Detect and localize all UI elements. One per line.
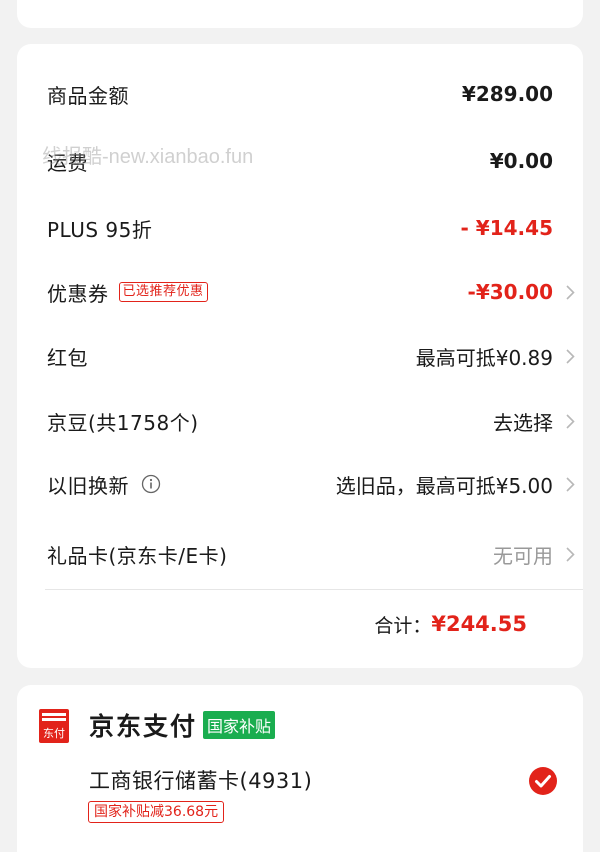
gift-card-value-wrap: 无可用	[493, 540, 575, 569]
shipping-label: 运费	[47, 150, 88, 175]
red-packet-label: 红包	[47, 345, 88, 370]
chevron-right-icon[interactable]	[561, 284, 579, 300]
row-coupon[interactable]: 优惠券 已选推荐优惠 -¥30.00	[47, 272, 575, 312]
coupon-value: -¥30.00	[467, 280, 553, 304]
total-value: ¥244.55	[431, 612, 527, 636]
jd-pay-icon: 东付	[39, 709, 69, 743]
payment-method-name: 京东支付	[89, 712, 198, 741]
trade-in-value-wrap: 选旧品，最高可抵¥5.00	[335, 470, 575, 499]
coupon-label: 优惠券	[47, 281, 109, 306]
goods-amount-label: 商品金额	[47, 83, 129, 108]
row-gift-card[interactable]: 礼品卡(京东卡/E卡) 无可用	[47, 534, 575, 574]
checkmark-selected-icon[interactable]	[529, 767, 557, 795]
jd-beans-value-wrap: 去选择	[493, 407, 575, 436]
chevron-right-icon[interactable]	[561, 546, 579, 562]
chevron-right-icon[interactable]	[561, 348, 579, 364]
bank-card-option[interactable]: 工商银行储蓄卡(4931)	[89, 765, 312, 795]
plus-discount-value: - ¥14.45	[460, 216, 553, 240]
goods-amount-value: ¥289.00	[461, 82, 553, 106]
chevron-right-icon[interactable]	[561, 413, 579, 429]
row-red-packet[interactable]: 红包 最高可抵¥0.89	[47, 336, 575, 376]
coupon-recommended-tag: 已选推荐优惠	[118, 282, 208, 302]
gift-card-label: 礼品卡(京东卡/E卡)	[47, 543, 228, 568]
jd-pay-icon-text: 东付	[43, 727, 65, 740]
payment-card: 东付 京东支付 国家补贴 工商银行储蓄卡(4931) 国家补贴减36.68元	[17, 685, 583, 852]
row-shipping: 运费 ¥0.00	[47, 141, 553, 181]
coupon-label-wrap: 优惠券 已选推荐优惠	[47, 278, 208, 307]
red-packet-value: 最高可抵¥0.89	[415, 345, 553, 370]
order-total: 合计： ¥244.55	[374, 604, 527, 644]
national-subsidy-tag: 国家补贴	[203, 711, 276, 739]
trade-in-value: 选旧品，最高可抵¥5.00	[335, 473, 553, 498]
coupon-value-wrap: -¥30.00	[467, 280, 575, 304]
jd-beans-label: 京豆(共1758个)	[47, 410, 199, 435]
info-icon[interactable]	[141, 474, 161, 494]
divider	[45, 589, 583, 590]
shipping-value: ¥0.00	[489, 149, 553, 173]
chevron-right-icon[interactable]	[561, 476, 579, 492]
plus-discount-label: PLUS 95折	[47, 217, 153, 242]
trade-in-label: 以旧换新	[47, 473, 129, 498]
previous-card	[17, 0, 583, 28]
bank-subsidy-tag: 国家补贴减36.68元	[88, 801, 225, 823]
order-summary-card: 商品金额 ¥289.00 运费 ¥0.00 PLUS 95折 - ¥14.45 …	[17, 44, 583, 668]
row-goods-amount: 商品金额 ¥289.00	[47, 74, 553, 114]
row-trade-in[interactable]: 以旧换新 选旧品，最高可抵¥5.00	[47, 464, 575, 504]
row-jd-beans[interactable]: 京豆(共1758个) 去选择	[47, 401, 575, 441]
payment-method-title[interactable]: 京东支付 国家补贴	[89, 707, 276, 743]
trade-in-label-wrap: 以旧换新	[47, 470, 161, 499]
jd-beans-value: 去选择	[493, 410, 553, 435]
red-packet-value-wrap: 最高可抵¥0.89	[415, 342, 575, 371]
total-label: 合计：	[374, 614, 432, 637]
row-plus-discount: PLUS 95折 - ¥14.45	[47, 208, 553, 248]
gift-card-value: 无可用	[493, 543, 553, 568]
